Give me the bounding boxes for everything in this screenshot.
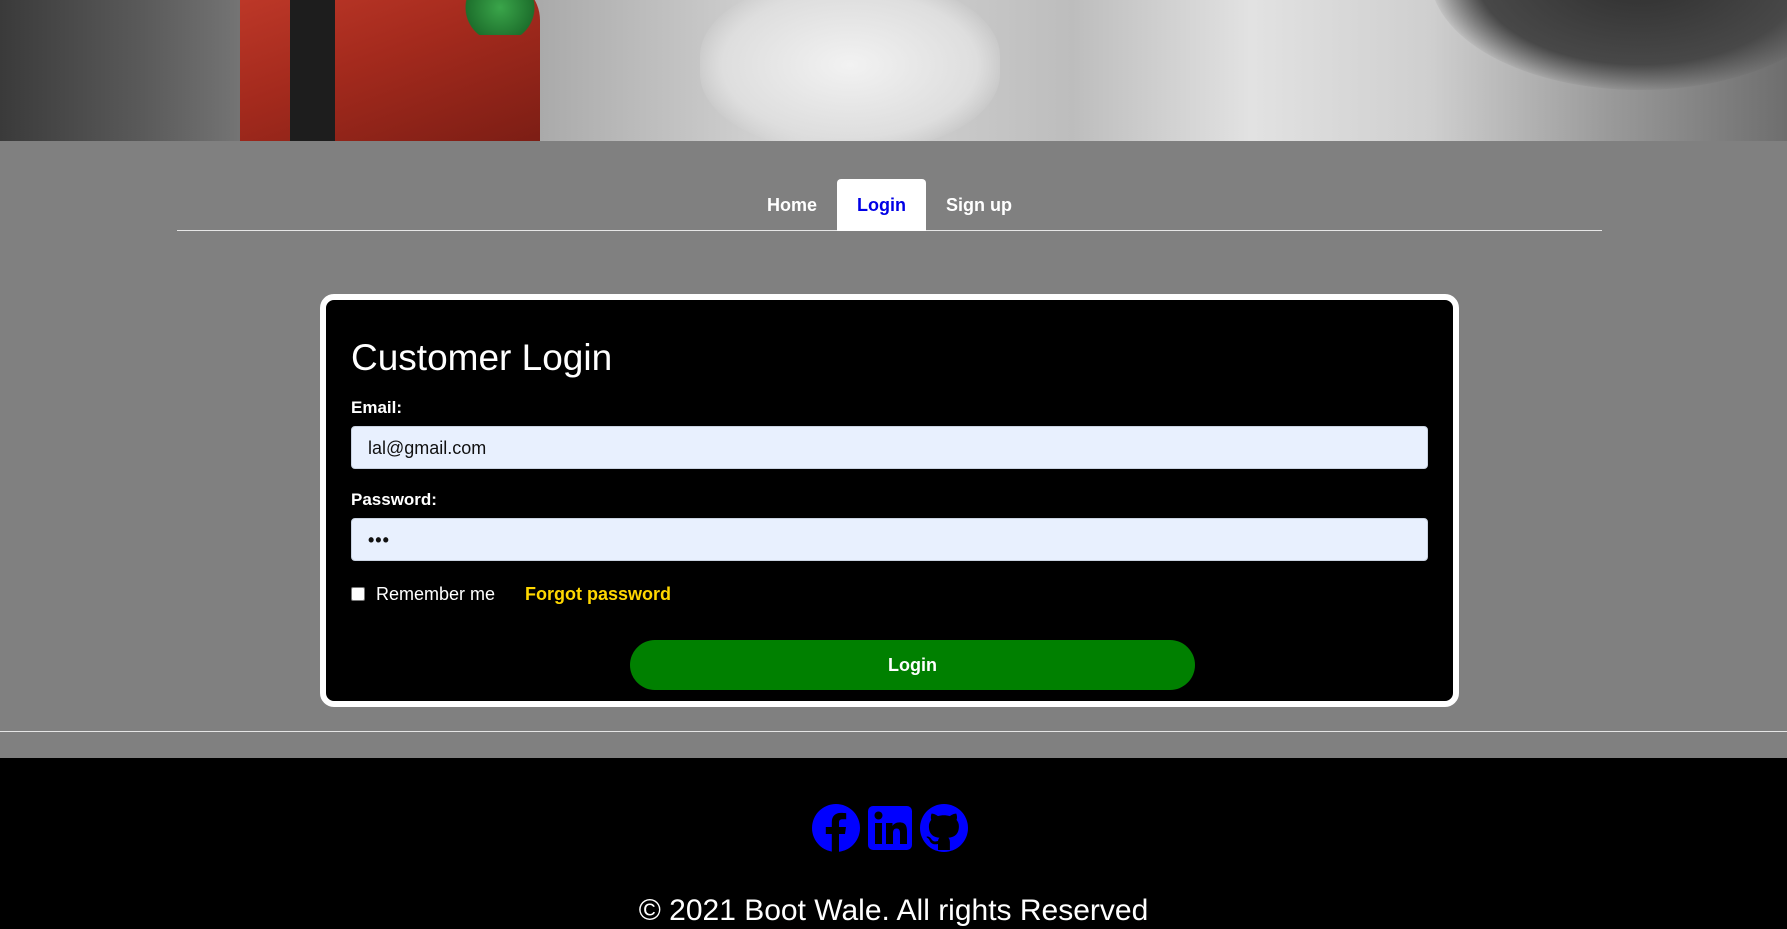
section-divider bbox=[0, 731, 1787, 732]
email-label: Email: bbox=[351, 398, 403, 417]
hero-shoe-green-shape bbox=[460, 0, 540, 35]
github-icon[interactable] bbox=[919, 804, 968, 852]
forgot-password-link[interactable]: Forgot password bbox=[525, 584, 671, 605]
hero-shoe-lace-shape bbox=[290, 0, 335, 141]
linkedin-icon[interactable] bbox=[866, 804, 914, 852]
facebook-icon[interactable] bbox=[811, 804, 860, 852]
tab-signup[interactable]: Sign up bbox=[926, 179, 1032, 231]
social-links bbox=[0, 804, 1787, 852]
copyright-text: © 2021 Boot Wale. All rights Reserved bbox=[638, 894, 1149, 927]
hero-highlight-shape bbox=[700, 0, 1000, 141]
remember-me-label[interactable]: Remember me bbox=[376, 584, 495, 605]
tab-home[interactable]: Home bbox=[747, 179, 837, 231]
hero-shadow-shape bbox=[1430, 0, 1787, 90]
login-button[interactable]: Login bbox=[630, 640, 1195, 690]
site-footer: © 2021 Boot Wale. All rights Reserved bbox=[0, 758, 1787, 929]
hero-banner-image bbox=[0, 0, 1787, 141]
password-label: Password: bbox=[351, 490, 437, 509]
email-field[interactable]: lal@gmail.com bbox=[351, 426, 1428, 469]
remember-me-checkbox[interactable] bbox=[351, 587, 365, 601]
tab-login[interactable]: Login bbox=[837, 179, 926, 231]
login-card: Customer Login Email: lal@gmail.com Pass… bbox=[320, 294, 1459, 707]
page-title: Customer Login bbox=[351, 337, 613, 378]
nav-tabs: Home Login Sign up bbox=[177, 179, 1602, 231]
login-options-row: Remember me Forgot password bbox=[351, 583, 1428, 605]
password-field[interactable]: ••• bbox=[351, 518, 1428, 561]
main-nav: Home Login Sign up bbox=[177, 179, 1602, 231]
